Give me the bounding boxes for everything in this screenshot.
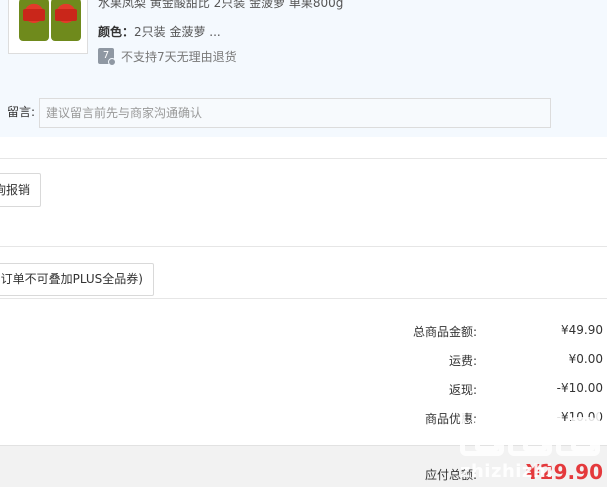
order-item-panel: 水果凤梨 黄金酸甜比 2只装 金菠萝 单果800g 颜色：2只装 金菠萝 ...… [0, 0, 607, 137]
no-return-7day-icon: 7 [98, 48, 116, 66]
summary-value: -¥10.00 [556, 381, 603, 395]
message-label: 留言: [7, 105, 36, 119]
summary-value: ¥0.00 [568, 352, 603, 366]
product-thumbnail[interactable] [8, 0, 88, 54]
divider [0, 158, 607, 159]
payable-label: 应付总额: [424, 468, 477, 482]
payable-bar: 应付总额: ¥29.90 [0, 445, 607, 487]
summary-row-cashback: 返现: -¥10.00 [0, 381, 607, 397]
payable-amount: ¥29.90 [525, 460, 603, 484]
divider [0, 246, 607, 247]
product-spec: 颜色：2只装 金菠萝 ... [98, 23, 221, 40]
summary-label: 运费: [448, 354, 477, 368]
divider [0, 298, 607, 299]
message-input[interactable] [39, 98, 551, 128]
summary-label: 返现: [448, 383, 477, 397]
summary-label: 商品优惠: [424, 412, 477, 426]
product-spec-value: 2只装 金菠萝 ... [134, 25, 221, 39]
summary-value: -¥10.00 [556, 410, 603, 424]
no-return-notice: 7 不支持7天无理由退货 [98, 48, 237, 66]
invoice-button[interactable]: 询报销 [0, 173, 41, 207]
summary-label: 总商品金额: [412, 325, 477, 339]
summary-value: ¥49.90 [561, 323, 603, 337]
summary-row-shipping: 运费: ¥0.00 [0, 352, 607, 368]
product-jar-image [51, 0, 81, 41]
product-spec-label: 颜色： [98, 25, 135, 39]
summary-row-total-goods: 总商品金额: ¥49.90 [0, 323, 607, 339]
summary-row-discount: 商品优惠: -¥10.00 [0, 410, 607, 426]
no-return-text: 不支持7天无理由退货 [121, 49, 237, 64]
product-title[interactable]: 水果凤梨 黄金酸甜比 2只装 金菠萝 单果800g [98, 0, 343, 11]
coupon-button[interactable]: 订单不可叠加PLUS全品券) [0, 263, 154, 296]
product-jar-image [19, 0, 49, 41]
